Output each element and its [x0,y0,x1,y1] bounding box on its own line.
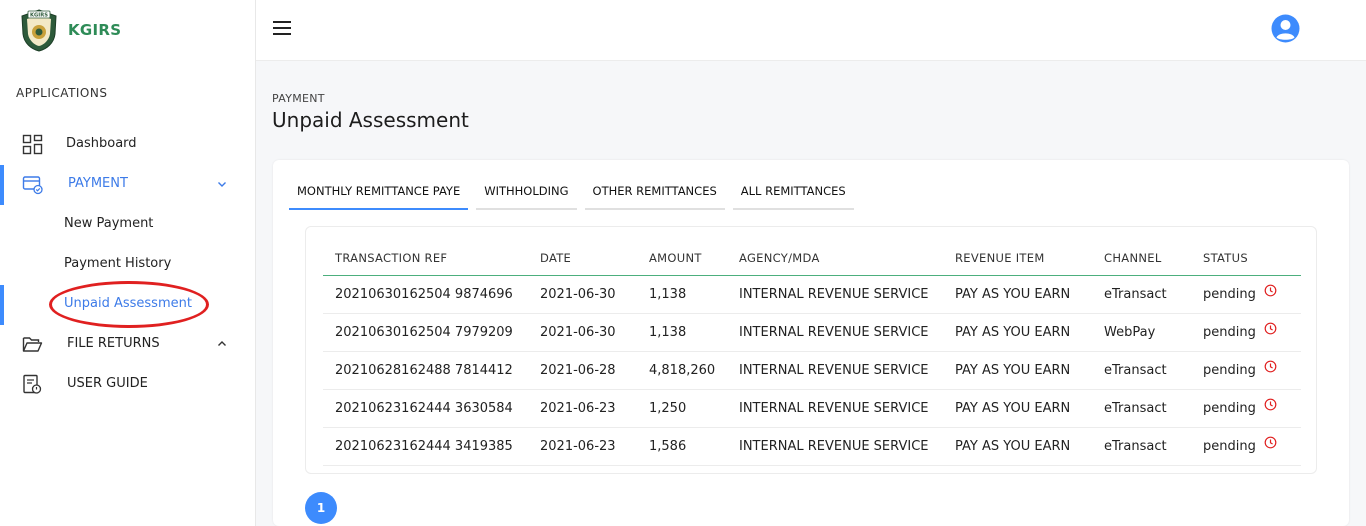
sidebar-item-label: FILE RETURNS [67,336,160,351]
dashboard-grid-icon [22,134,43,155]
pending-clock-icon[interactable] [1264,360,1277,373]
date-cell: 2021-06-23 [528,389,637,428]
status-cell: pending [1191,427,1301,466]
status-text: pending [1203,400,1256,416]
revenue-item-cell: PAY AS YOU EARN [943,313,1092,352]
hamburger-icon[interactable] [273,21,291,37]
date-cell: 2021-06-30 [528,313,637,352]
status-text: pending [1203,324,1256,340]
agency-cell: INTERNAL REVENUE SERVICE [727,427,943,466]
revenue-item-cell: PAY AS YOU EARN [943,389,1092,428]
agency-cell: INTERNAL REVENUE SERVICE [727,351,943,390]
sidebar-subitem-new-payment[interactable]: New Payment [64,216,153,231]
channel-cell: eTransact [1092,275,1191,314]
table-row[interactable]: 20210628162488 7814412 2021-06-28 4,818,… [323,351,1301,390]
column-header[interactable]: TRANSACTION REF [323,241,528,276]
date-cell: 2021-06-30 [528,275,637,314]
page-title: Unpaid Assessment [272,108,469,132]
column-header[interactable]: STATUS [1191,241,1301,276]
amount-cell: 1,138 [637,313,727,352]
column-header[interactable]: AGENCY/MDA [727,241,943,276]
sidebar: KGIRS KGIRS APPLICATIONS Dashboard PAYME… [0,0,256,526]
sidebar-subitem-payment-history[interactable]: Payment History [64,256,171,271]
status-cell: pending [1191,351,1301,390]
channel-cell: eTransact [1092,427,1191,466]
pending-clock-icon[interactable] [1264,284,1277,297]
brand[interactable]: KGIRS KGIRS [18,8,121,52]
sidebar-item-label: USER GUIDE [67,376,148,391]
table-row[interactable]: 20210630162504 9874696 2021-06-30 1,138 … [323,275,1301,314]
chevron-down-icon[interactable] [216,178,228,190]
amount-cell: 1,138 [637,275,727,314]
pending-clock-icon[interactable] [1264,398,1277,411]
date-cell: 2021-06-23 [528,427,637,466]
tab-monthly-remittance-paye[interactable]: MONTHLY REMITTANCE PAYE [289,178,469,210]
channel-cell: WebPay [1092,313,1191,352]
pending-clock-icon[interactable] [1264,436,1277,449]
logo-text: KGIRS [30,13,48,19]
transaction-ref-cell: 20210630162504 7979209 [323,313,528,352]
table-container: TRANSACTION REF DATE AMOUNT AGENCY/MDA R… [305,226,1317,474]
amount-cell: 4,818,260 [637,351,727,390]
chevron-up-icon[interactable] [216,338,228,350]
amount-cell: 1,250 [637,389,727,428]
sidebar-item-user-guide[interactable]: USER GUIDE [0,369,255,399]
status-text: pending [1203,438,1256,454]
revenue-item-cell: PAY AS YOU EARN [943,351,1092,390]
sidebar-item-file-returns[interactable]: FILE RETURNS [0,329,255,359]
status-cell: pending [1191,313,1301,352]
column-header[interactable]: REVENUE ITEM [943,241,1092,276]
user-avatar-icon[interactable] [1271,14,1300,43]
top-bar [256,0,1366,61]
brand-name: KGIRS [68,21,122,39]
column-header[interactable]: CHANNEL [1092,241,1191,276]
kgirs-logo-icon: KGIRS [21,9,57,52]
table-row[interactable]: 20210623162444 3419385 2021-06-23 1,586 … [323,427,1301,466]
channel-cell: eTransact [1092,351,1191,390]
status-cell: pending [1191,275,1301,314]
transaction-ref-cell: 20210623162444 3630584 [323,389,528,428]
column-header[interactable]: AMOUNT [637,241,727,276]
payment-card-icon [22,176,43,195]
sidebar-item-label: Dashboard [66,136,137,151]
date-cell: 2021-06-28 [528,351,637,390]
tab-bar: MONTHLY REMITTANCE PAYE WITHHOLDING OTHE… [289,178,862,210]
sidebar-item-dashboard[interactable]: Dashboard [0,129,255,159]
revenue-item-cell: PAY AS YOU EARN [943,427,1092,466]
agency-cell: INTERNAL REVENUE SERVICE [727,389,943,428]
table-row[interactable]: 20210623162444 3630584 2021-06-23 1,250 … [323,389,1301,428]
agency-cell: INTERNAL REVENUE SERVICE [727,313,943,352]
active-indicator [0,285,4,325]
column-header[interactable]: DATE [528,241,637,276]
folder-open-icon [22,337,43,352]
tab-all-remittances[interactable]: ALL REMITTANCES [732,178,854,210]
highlight-ring-annotation [49,281,209,328]
status-text: pending [1203,362,1256,378]
status-cell: pending [1191,389,1301,428]
amount-cell: 1,586 [637,427,727,466]
applications-section-label: APPLICATIONS [16,86,108,100]
channel-cell: eTransact [1092,389,1191,428]
status-text: pending [1203,286,1256,302]
breadcrumb: PAYMENT [272,92,325,105]
transaction-ref-cell: 20210630162504 9874696 [323,275,528,314]
table-header-row: TRANSACTION REF DATE AMOUNT AGENCY/MDA R… [323,241,1301,276]
pagination-page-button[interactable]: 1 [305,492,337,524]
revenue-item-cell: PAY AS YOU EARN [943,275,1092,314]
tab-withholding[interactable]: WITHHOLDING [476,178,577,210]
table-row[interactable]: 20210630162504 7979209 2021-06-30 1,138 … [323,313,1301,352]
transaction-ref-cell: 20210628162488 7814412 [323,351,528,390]
unpaid-assessment-table: TRANSACTION REF DATE AMOUNT AGENCY/MDA R… [323,241,1301,466]
pending-clock-icon[interactable] [1264,322,1277,335]
sidebar-item-label: PAYMENT [68,176,128,191]
transaction-ref-cell: 20210623162444 3419385 [323,427,528,466]
tab-other-remittances[interactable]: OTHER REMITTANCES [584,178,725,210]
user-guide-icon [23,374,42,394]
agency-cell: INTERNAL REVENUE SERVICE [727,275,943,314]
sidebar-item-payment[interactable]: PAYMENT [0,169,255,199]
